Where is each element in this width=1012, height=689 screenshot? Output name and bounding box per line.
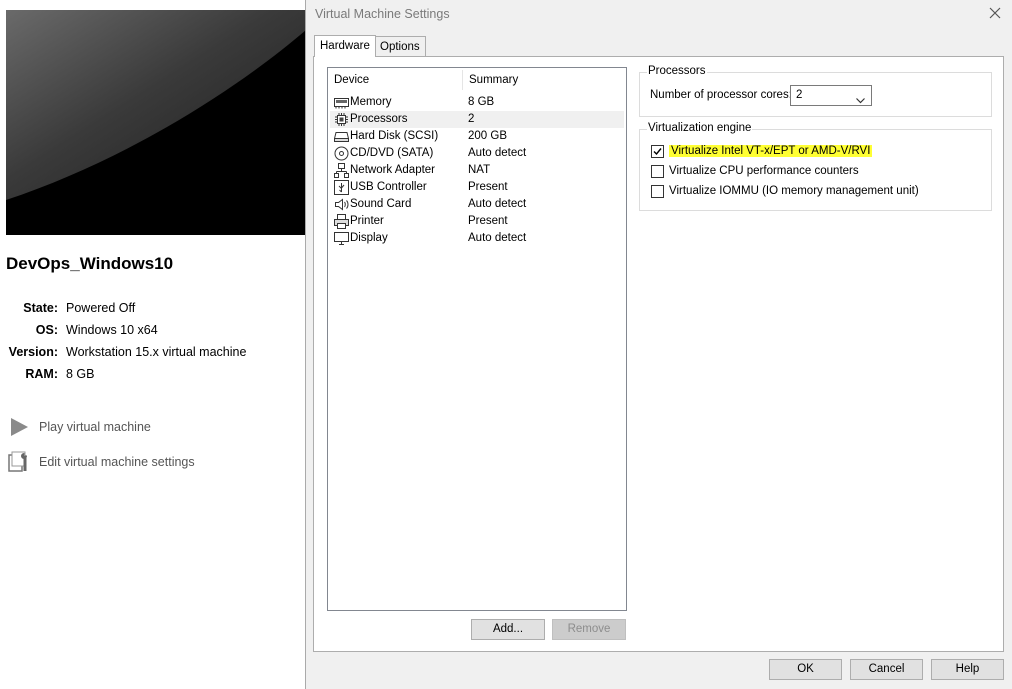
edit-vm-settings-link[interactable]: Edit virtual machine settings	[6, 449, 195, 475]
device-name: CD/DVD (SATA)	[350, 147, 434, 159]
state-value: Powered Off	[66, 301, 136, 315]
add-device-button[interactable]: Add...	[471, 619, 545, 640]
vm-thumbnail[interactable]	[6, 10, 306, 235]
hard-disk-icon	[333, 129, 350, 144]
device-summary: Auto detect	[468, 147, 527, 159]
tab-hardware[interactable]: Hardware	[314, 35, 376, 57]
device-name: Sound Card	[350, 198, 412, 210]
help-button[interactable]: Help	[931, 659, 1004, 680]
os-label: OS:	[35, 323, 58, 337]
close-button[interactable]	[986, 4, 1004, 22]
vm-settings-dialog: Virtual Machine Settings Hardware Option…	[305, 0, 1012, 689]
cpu-counters-checkbox[interactable]	[651, 164, 664, 178]
close-icon	[989, 7, 1001, 19]
virtualize-cpu-counters-option[interactable]: Virtualize CPU performance counters	[651, 163, 859, 179]
device-row-memory[interactable]: Memory 8 GB	[330, 94, 624, 111]
device-row-network-adapter[interactable]: Network Adapter NAT	[330, 162, 624, 179]
device-summary: 200 GB	[468, 130, 507, 142]
virtualization-group-title: Virtualization engine	[647, 122, 753, 134]
cores-label: Number of processor cores:	[650, 89, 792, 101]
device-row-hard-disk[interactable]: Hard Disk (SCSI) 200 GB	[330, 128, 624, 145]
device-name: Printer	[350, 215, 384, 227]
play-vm-link[interactable]: Play virtual machine	[6, 414, 151, 440]
processors-group: Processors Number of processor cores: 2	[639, 65, 992, 117]
printer-icon	[334, 214, 349, 229]
device-name: Display	[350, 232, 388, 244]
vm-name: DevOps_Windows10	[6, 254, 174, 273]
network-adapter-icon	[334, 163, 349, 178]
device-summary: Present	[468, 181, 508, 193]
settings-wrench-icon	[6, 449, 32, 475]
dialog-title: Virtual Machine Settings	[315, 7, 450, 21]
device-name: Network Adapter	[350, 164, 436, 176]
virtualization-engine-group: Virtualization engine Virtualize Intel V…	[639, 122, 992, 211]
state-label: State:	[23, 301, 58, 315]
cancel-button[interactable]: Cancel	[850, 659, 923, 680]
device-summary: NAT	[468, 164, 491, 176]
device-row-sound-card[interactable]: Sound Card Auto detect	[330, 196, 624, 213]
device-summary: Auto detect	[468, 198, 527, 210]
virtualize-vtx-option[interactable]: Virtualize Intel VT-x/EPT or AMD-V/RVI	[651, 143, 873, 159]
device-summary: 8 GB	[468, 96, 495, 108]
cd-dvd-icon	[334, 146, 349, 161]
cpu-counters-label: Virtualize CPU performance counters	[669, 165, 859, 177]
vtx-label: Virtualize Intel VT-x/EPT or AMD-V/RVI	[669, 145, 873, 157]
display-icon	[334, 231, 349, 246]
version-value: Workstation 15.x virtual machine	[66, 345, 247, 359]
device-row-cd-dvd[interactable]: CD/DVD (SATA) Auto detect	[330, 145, 624, 162]
processors-group-title: Processors	[647, 65, 707, 77]
iommu-label: Virtualize IOMMU (IO memory management u…	[669, 185, 919, 197]
os-value: Windows 10 x64	[66, 323, 158, 337]
play-icon	[6, 414, 32, 440]
processor-icon	[334, 112, 349, 127]
version-label: Version:	[8, 345, 58, 359]
device-row-printer[interactable]: Printer Present	[330, 213, 624, 230]
device-summary: Present	[468, 215, 508, 227]
checkmark-icon	[653, 147, 662, 155]
device-list[interactable]: Device Summary Memory 8 GB Processors 2 …	[327, 67, 627, 611]
device-row-usb-controller[interactable]: USB Controller Present	[330, 179, 624, 196]
play-vm-label: Play virtual machine	[39, 420, 151, 434]
processor-cores-select[interactable]: 2	[790, 85, 872, 106]
device-name: Hard Disk (SCSI)	[350, 130, 439, 142]
processor-cores-value: 2	[796, 89, 803, 101]
remove-device-button[interactable]: Remove	[552, 619, 626, 640]
device-summary: 2	[468, 113, 475, 125]
vtx-checkbox[interactable]	[651, 144, 664, 158]
hardware-tab-panel: Device Summary Memory 8 GB Processors 2 …	[313, 56, 1004, 652]
usb-icon	[334, 180, 349, 195]
memory-icon	[334, 95, 349, 110]
device-row-processors[interactable]: Processors 2	[330, 111, 624, 128]
virtualize-iommu-option[interactable]: Virtualize IOMMU (IO memory management u…	[651, 183, 919, 199]
ok-button[interactable]: OK	[769, 659, 842, 680]
ram-label: RAM:	[25, 367, 58, 381]
summary-column-header[interactable]: Summary	[463, 68, 623, 92]
chevron-down-icon	[856, 92, 865, 111]
speaker-icon	[334, 197, 349, 212]
device-name: USB Controller	[350, 181, 427, 193]
device-name: Memory	[350, 96, 392, 108]
device-column-header[interactable]: Device	[328, 68, 462, 92]
device-name: Processors	[350, 113, 408, 125]
ram-value: 8 GB	[66, 367, 95, 381]
edit-vm-label: Edit virtual machine settings	[39, 455, 195, 469]
device-summary: Auto detect	[468, 232, 527, 244]
tab-options[interactable]: Options	[374, 36, 426, 56]
device-row-display[interactable]: Display Auto detect	[330, 230, 624, 247]
iommu-checkbox[interactable]	[651, 184, 664, 198]
